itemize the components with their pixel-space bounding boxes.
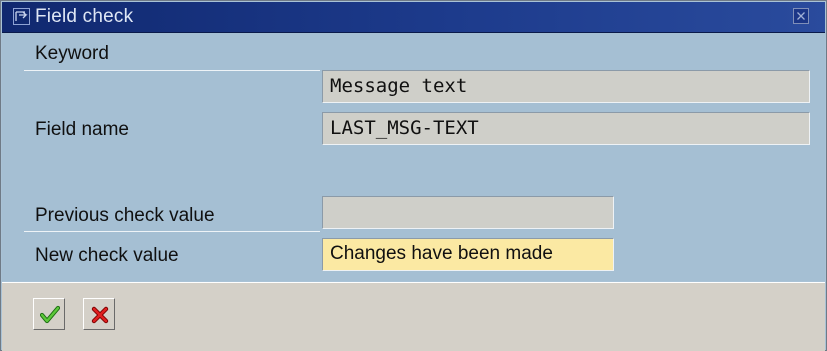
title-bar[interactable]: Field check bbox=[2, 2, 825, 33]
row-divider bbox=[24, 231, 320, 232]
close-button[interactable] bbox=[793, 8, 809, 24]
keyword-label: Keyword bbox=[35, 43, 109, 64]
cancel-button[interactable] bbox=[83, 298, 115, 330]
dialog-content: Keyword Message text Field name LAST_MSG… bbox=[2, 33, 825, 281]
previous-check-row: Previous check value bbox=[24, 199, 324, 232]
red-x-icon bbox=[91, 306, 109, 324]
close-icon bbox=[797, 12, 805, 20]
new-check-field[interactable]: Changes have been made bbox=[322, 238, 614, 271]
new-check-label: New check value bbox=[35, 245, 179, 266]
field-name-field[interactable]: LAST_MSG-TEXT bbox=[322, 112, 810, 145]
previous-check-label: Previous check value bbox=[35, 205, 215, 226]
window-title: Field check bbox=[35, 6, 134, 27]
keyword-field[interactable]: Message text bbox=[322, 70, 810, 103]
confirm-button[interactable] bbox=[33, 298, 65, 330]
green-check-icon bbox=[40, 305, 60, 324]
keyword-row: Keyword bbox=[24, 37, 324, 71]
previous-check-field[interactable] bbox=[322, 196, 614, 229]
row-divider bbox=[24, 70, 320, 71]
button-bar bbox=[2, 282, 825, 351]
window-menu-icon[interactable] bbox=[13, 8, 30, 25]
new-check-row: New check value bbox=[24, 239, 324, 272]
field-check-dialog: Field check Keyword Message text Field n… bbox=[0, 0, 827, 351]
field-name-row: Field name bbox=[24, 113, 324, 146]
field-name-label: Field name bbox=[35, 119, 129, 140]
